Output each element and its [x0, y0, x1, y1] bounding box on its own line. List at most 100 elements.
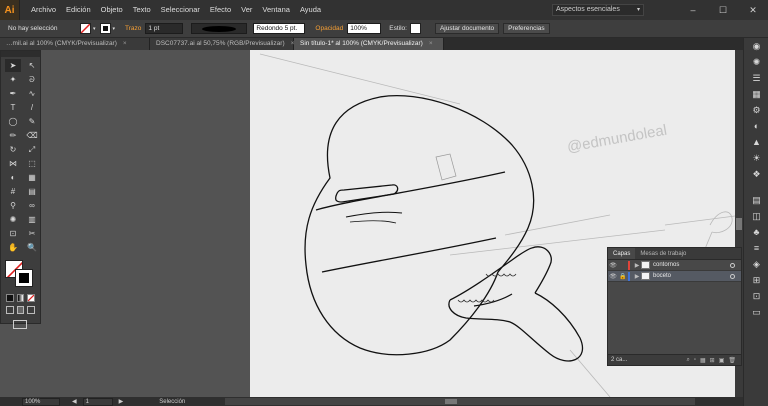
stroke-weight-field[interactable]: 1 pt [145, 23, 184, 34]
minimize-button[interactable]: – [678, 0, 708, 20]
expand-icon[interactable]: ▶ [633, 262, 641, 269]
draw-inside-icon[interactable] [27, 306, 36, 314]
transform-icon[interactable]: ◫ [744, 208, 768, 224]
visibility-icon[interactable]: 👁 [608, 262, 618, 269]
gradient-mode-icon[interactable] [16, 294, 25, 302]
menu-texto[interactable]: Texto [128, 0, 156, 20]
document-tab[interactable]: …mil.ai al 100% (CMYK/Previsualizar) × [0, 38, 150, 50]
links-icon[interactable]: ⊡ [744, 288, 768, 304]
workspace-switcher[interactable]: Aspectos esenciales ▾ [552, 4, 644, 16]
symbols-icon[interactable]: ⚙ [744, 102, 768, 118]
stroke-label[interactable]: Trazo [125, 25, 141, 32]
trash-icon[interactable]: 🗑 [728, 357, 736, 364]
document-tab[interactable]: DSC07737.ai al 50,75% (RGB/Previsualizar… [150, 38, 294, 50]
layer-name[interactable]: boceto [653, 273, 671, 279]
target-icon[interactable] [730, 273, 735, 279]
chevron-down-icon[interactable]: ▾ [113, 26, 116, 32]
new-sublayer-icon[interactable]: ▦ [700, 357, 706, 364]
appearance-icon[interactable]: ▲ [744, 134, 768, 150]
menu-efecto[interactable]: Efecto [205, 0, 236, 20]
menu-ver[interactable]: Ver [236, 0, 257, 20]
document-tab[interactable]: Sin título-1* al 100% (CMYK/Previsualiza… [294, 38, 444, 50]
opacity-field[interactable]: 100% [347, 23, 382, 34]
none-mode-icon[interactable] [27, 294, 36, 302]
lasso-tool[interactable]: ᘐ [24, 73, 40, 86]
menu-objeto[interactable]: Objeto [96, 0, 128, 20]
stroke-swatch[interactable] [99, 23, 111, 34]
menu-archivo[interactable]: Archivo [26, 0, 61, 20]
style-swatch[interactable] [409, 23, 421, 34]
transparency-icon[interactable]: ☀ [744, 150, 768, 166]
gradient-icon[interactable]: ◈ [744, 256, 768, 272]
stroke-color-box[interactable] [15, 269, 33, 287]
brush-definition-field[interactable]: Redondo 5 pt. [253, 23, 306, 34]
locate-object-icon[interactable]: ⌕ [686, 357, 689, 364]
zoom-field[interactable]: 100% [22, 397, 60, 406]
direct-selection-tool[interactable]: ↖ [24, 59, 40, 72]
artboards-icon[interactable]: ⊞ [744, 272, 768, 288]
tab-layers[interactable]: Capas [608, 248, 636, 259]
symbol-sprayer-tool[interactable]: ✺ [5, 213, 21, 226]
layers-icon[interactable]: ❖ [744, 166, 768, 182]
mesh-tool[interactable]: # [5, 185, 21, 198]
free-transform-tool[interactable]: ⬚ [24, 157, 40, 170]
vertical-scroll-thumb[interactable] [736, 218, 742, 230]
color-icon[interactable]: ◉ [744, 38, 768, 54]
layer-row[interactable]: 👁 🔒 ▶ boceto [608, 271, 741, 282]
color-mode-icon[interactable] [6, 294, 14, 302]
horizontal-scroll-thumb[interactable] [445, 399, 458, 404]
color-guide-icon[interactable]: ✺ [744, 54, 768, 70]
maximize-button[interactable]: ☐ [708, 0, 738, 20]
brush-stroke-preview[interactable] [191, 23, 248, 34]
menu-seleccionar[interactable]: Seleccionar [156, 0, 205, 20]
graphic-styles-icon[interactable]: ◐ [744, 118, 768, 134]
perspective-tool[interactable]: ▦ [24, 171, 40, 184]
swatches-icon[interactable]: ☰ [744, 70, 768, 86]
screen-mode-button[interactable] [1, 314, 40, 329]
fill-swatch[interactable] [80, 23, 91, 34]
column-graph-tool[interactable]: ▥ [24, 213, 40, 226]
type-tool[interactable]: T [5, 101, 21, 114]
draw-behind-icon[interactable] [16, 306, 25, 314]
make-clip-mask-icon[interactable]: ▫ [694, 357, 696, 364]
selection-tool[interactable]: ➤ [5, 59, 21, 72]
eyedropper-tool[interactable]: ⚲ [5, 199, 21, 212]
zoom-tool[interactable]: 🔍 [24, 241, 40, 254]
paintbrush-tool[interactable]: ✎ [24, 115, 40, 128]
opacity-label[interactable]: Opacidad [315, 25, 343, 32]
preferences-button[interactable]: Preferencias [503, 23, 550, 34]
pathfinder-icon[interactable]: ♣ [744, 224, 768, 240]
target-icon[interactable] [730, 262, 735, 268]
layer-options-icon[interactable]: ▣ [719, 357, 725, 364]
artboard-prev-icon[interactable]: ◀ [72, 398, 77, 405]
menu-ventana[interactable]: Ventana [257, 0, 295, 20]
pen-tool[interactable]: ✒ [5, 87, 21, 100]
visibility-icon[interactable]: 👁 [608, 273, 618, 280]
chevron-down-icon[interactable]: ▾ [93, 26, 96, 32]
stroke-icon[interactable]: ≡ [744, 240, 768, 256]
draw-normal-icon[interactable] [6, 306, 14, 314]
curvature-tool[interactable]: ∿ [24, 87, 40, 100]
align-icon[interactable]: ▤ [744, 192, 768, 208]
close-button[interactable]: ✕ [738, 0, 768, 20]
eraser-tool[interactable]: ⌫ [24, 129, 40, 142]
horizontal-scrollbar[interactable] [225, 398, 696, 405]
brushes-icon[interactable]: ▦ [744, 86, 768, 102]
close-icon[interactable]: × [429, 40, 433, 47]
artboard-number-field[interactable]: 1 [82, 397, 113, 406]
scale-tool[interactable]: ⤢ [24, 143, 40, 156]
new-layer-icon[interactable]: ⊞ [710, 357, 715, 364]
hand-tool[interactable]: ✋ [5, 241, 21, 254]
menu-ayuda[interactable]: Ayuda [295, 0, 326, 20]
slice-tool[interactable]: ✂ [24, 227, 40, 240]
magic-wand-tool[interactable]: ✦ [5, 73, 21, 86]
menu-edicion[interactable]: Edición [61, 0, 96, 20]
blend-tool[interactable]: ∞ [24, 199, 40, 212]
line-tool[interactable]: / [24, 101, 40, 114]
artboard-next-icon[interactable]: ▶ [119, 398, 124, 405]
ellipse-tool[interactable]: ◯ [5, 115, 21, 128]
gradient-tool[interactable]: ▤ [24, 185, 40, 198]
layer-name[interactable]: contornos [653, 262, 679, 268]
layer-row[interactable]: 👁 ▶ contornos [608, 260, 741, 271]
shape-builder-tool[interactable]: ◐ [5, 171, 21, 184]
